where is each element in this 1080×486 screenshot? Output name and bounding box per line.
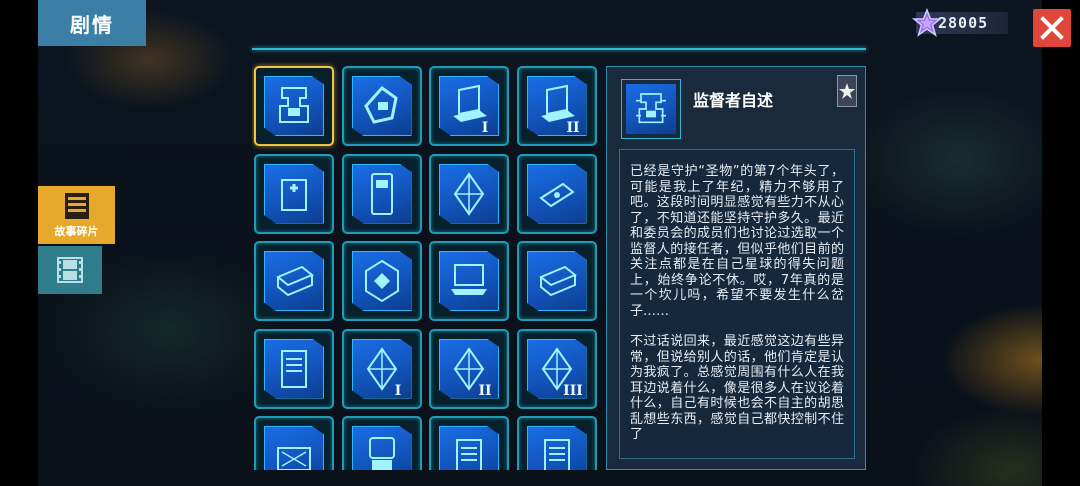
emblem-icon	[363, 85, 398, 124]
terminal-device-icon	[370, 172, 393, 215]
fragment-item[interactable]	[429, 153, 509, 234]
circuit-board-icon	[636, 93, 666, 124]
robot-icon	[368, 437, 395, 470]
document-icon	[543, 439, 570, 470]
fragment-item[interactable]	[429, 416, 509, 470]
close-button[interactable]	[1033, 9, 1071, 47]
book-icon	[276, 265, 314, 297]
detail-paragraph-1: 已经是守护“圣物”的第7个年头了，可能是我上了年纪，精力不够用了吧。这段时间明显…	[630, 164, 844, 319]
fragment-item[interactable]	[516, 416, 597, 470]
document-icon	[64, 192, 89, 219]
laptop-open-icon	[451, 264, 487, 295]
currency-display: 28005	[912, 8, 1008, 37]
fragment-item[interactable]	[254, 328, 334, 409]
fragment-item[interactable]	[254, 416, 334, 470]
crystal-icon: III	[541, 346, 583, 399]
star-currency-icon	[912, 8, 942, 37]
crystal-icon: II	[453, 346, 492, 399]
circuit-board-icon	[279, 87, 309, 123]
detail-text[interactable]: 已经是守护“圣物”的第7个年头了，可能是我上了年纪，精力不够用了吧。这段时间明显…	[619, 149, 855, 459]
svg-text:I: I	[394, 383, 401, 399]
detail-title: 监督者自述	[693, 91, 774, 110]
fragment-item[interactable]: III	[516, 328, 597, 409]
fragment-item[interactable]: II	[429, 328, 509, 409]
medical-device-icon	[281, 178, 307, 211]
detail-panel: 监督者自述 已经是守护“圣物”的第7个年头了，可能是我上了年纪，精力不够用了吧。…	[606, 66, 866, 470]
page-title: 剧情	[38, 0, 146, 46]
fragment-item[interactable]: II	[516, 66, 597, 146]
svg-text:II: II	[566, 120, 579, 136]
fragment-grid: I II I II III	[252, 62, 598, 470]
fragment-item[interactable]: I	[429, 66, 509, 146]
detail-paragraph-2: 不过话说回来，最近感觉这边有些异常，但说给别人的话，他们肯定是认为我疯了。总感觉…	[630, 334, 844, 442]
laptop-icon: I	[453, 84, 489, 136]
currency-amount: 28005	[938, 14, 989, 32]
divider-line	[252, 48, 866, 50]
fragment-item[interactable]	[254, 66, 334, 146]
close-icon	[1040, 16, 1064, 40]
star-icon	[839, 83, 855, 99]
crystal-icon: I	[366, 346, 401, 399]
fragment-item[interactable]	[516, 153, 597, 234]
detail-thumbnail	[621, 79, 681, 139]
book-icon	[538, 265, 577, 297]
fragment-item[interactable]	[429, 241, 509, 321]
hex-emblem-icon	[364, 259, 399, 303]
fragment-item[interactable]	[341, 66, 422, 146]
fragment-item[interactable]	[341, 153, 422, 234]
svg-text:II: II	[478, 383, 491, 399]
film-icon	[57, 257, 83, 283]
tab-story-fragments[interactable]: 故事碎片	[38, 186, 115, 244]
scanner-icon	[277, 447, 311, 470]
right-letterbox	[1042, 0, 1080, 486]
tablet-icon	[281, 349, 307, 388]
fragment-item[interactable]	[254, 153, 334, 234]
crystal-icon	[453, 171, 485, 216]
fragment-item[interactable]	[254, 241, 334, 321]
fragment-item[interactable]	[516, 241, 597, 321]
tab-story-fragments-label: 故事碎片	[54, 224, 99, 238]
document-icon	[456, 439, 482, 470]
fragment-item[interactable]	[341, 416, 422, 470]
rank-badge	[837, 75, 857, 107]
svg-text:I: I	[482, 120, 489, 136]
tab-videos[interactable]	[38, 246, 102, 294]
svg-text:III: III	[563, 383, 583, 399]
usb-drive-icon	[538, 182, 575, 207]
laptop-icon: II	[540, 84, 579, 136]
left-letterbox	[0, 0, 38, 486]
fragment-item[interactable]	[341, 241, 422, 321]
fragment-item[interactable]: I	[341, 328, 422, 409]
